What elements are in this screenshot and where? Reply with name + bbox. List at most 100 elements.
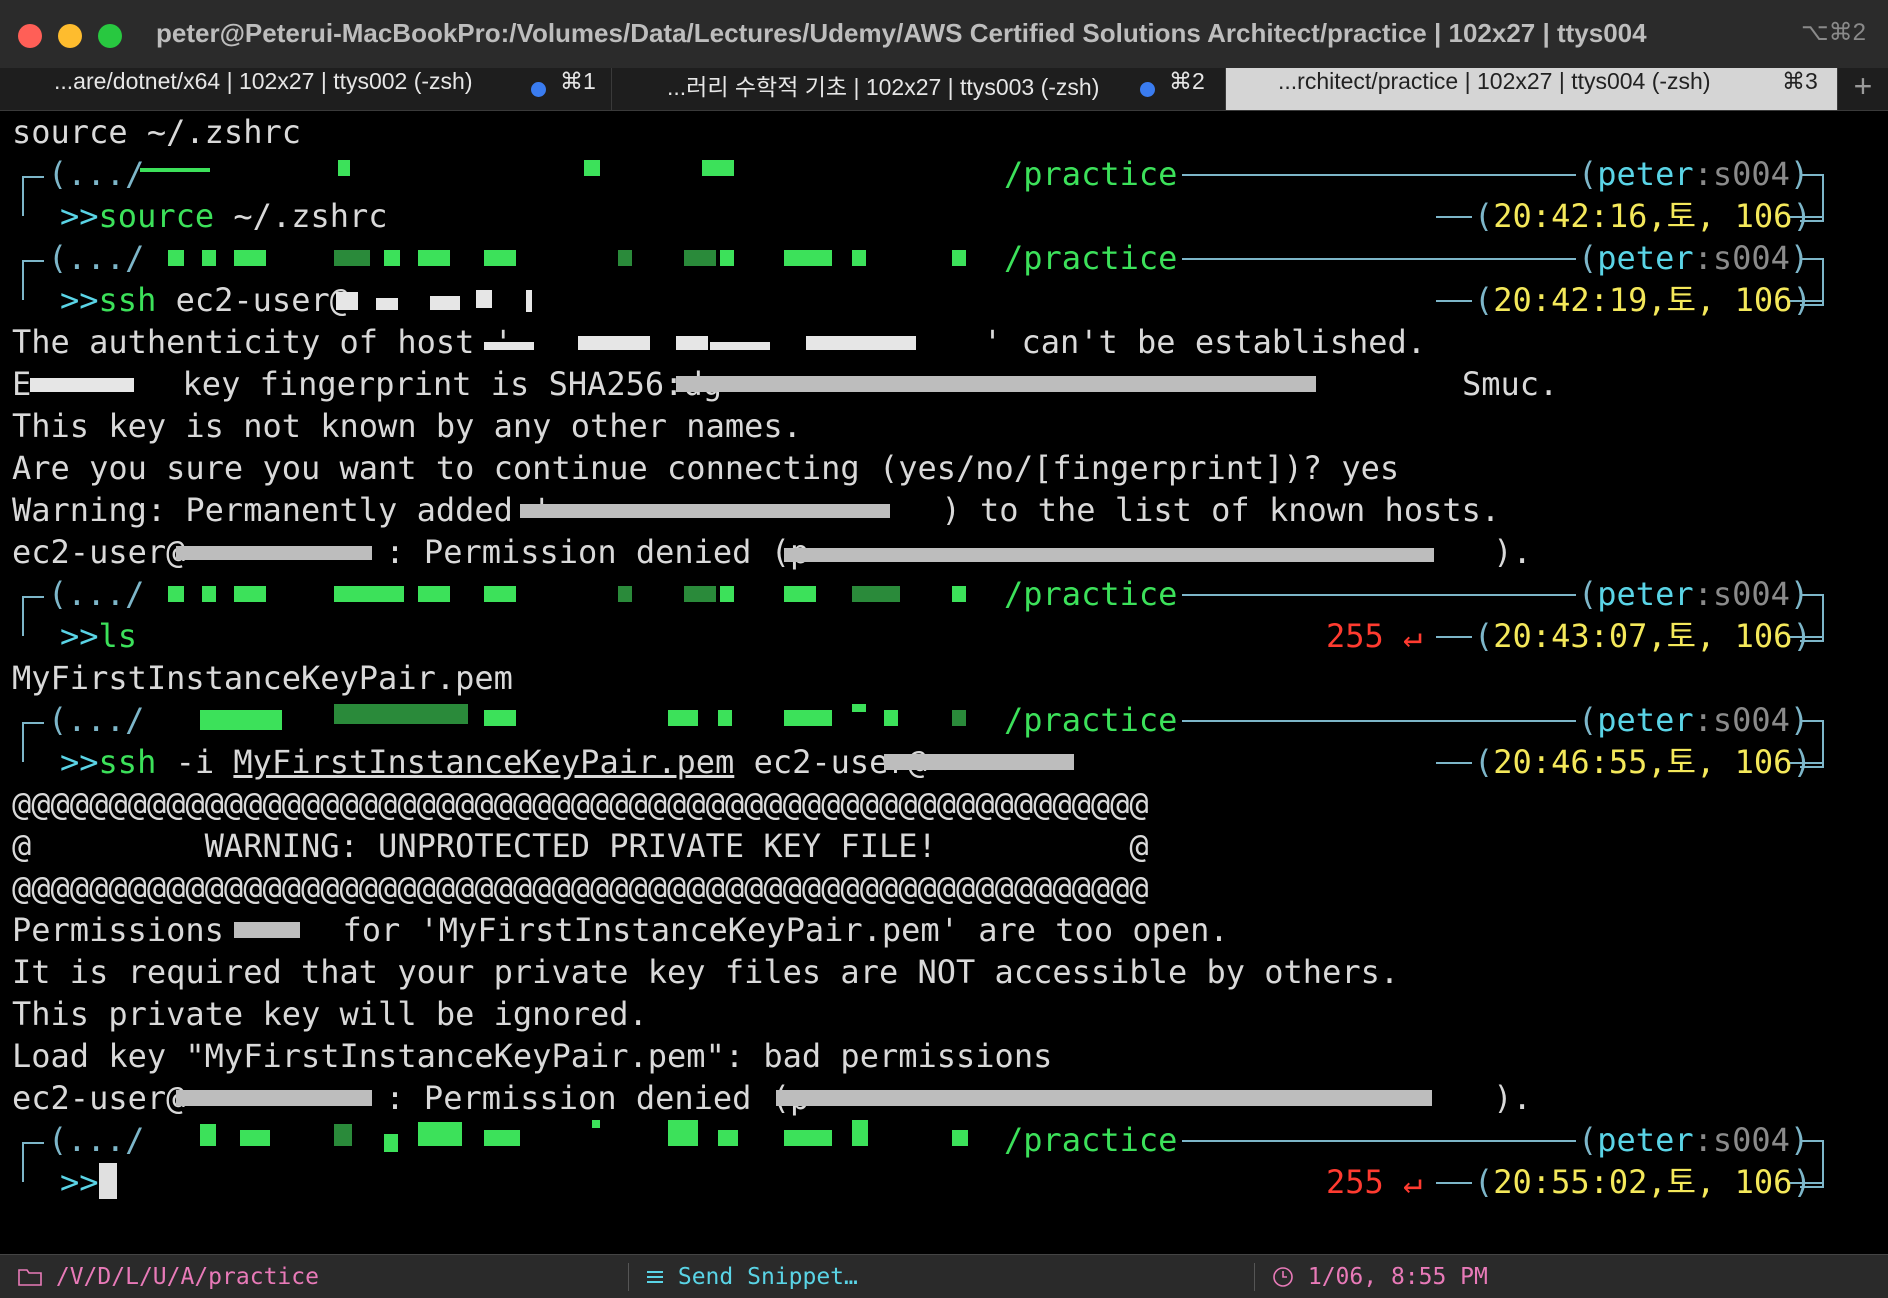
redacted-block [618,250,632,266]
prompt-time: (20:43:07,토, 106) [1474,617,1812,655]
prompt-block: (.../ /practice (peter:s004) >>ssh -i My… [0,700,1888,784]
prompt-path: /practice [1004,575,1178,613]
redacted-block [430,296,460,310]
close-window-button[interactable] [18,24,42,48]
redacted-block [720,586,734,602]
tab-title: ...러리 수학적 기초 | 102x27 | ttys003 (-zsh) [667,74,1100,100]
redacted-block [584,160,600,176]
output-line: Permissions for 'MyFirstInstanceKeyPair.… [12,911,1229,949]
prompt-time: (20:42:19,토, 106) [1474,281,1812,319]
output-line: source ~/.zshrc [12,113,301,151]
redacted-block [684,250,716,266]
tab-ttys004[interactable]: ...rchitect/practice | 102x27 | ttys004 … [1226,68,1838,110]
redacted-block [334,250,370,266]
folder-icon [18,1269,42,1286]
prompt-path: /practice [1004,155,1178,193]
activity-dot-icon [1140,82,1155,97]
snippet-icon [647,1271,663,1283]
redacted-block [952,710,966,726]
redacted-block [676,336,708,350]
redacted-block [484,1130,520,1146]
tab-shortcut: ⌘3 [1782,68,1818,94]
redacted-block [376,298,398,310]
output-line: Are you sure you want to continue connec… [12,449,1400,487]
redacted-block [234,586,266,602]
redacted-block [702,160,734,176]
tab-ttys002[interactable]: ...are/dotnet/x64 | 102x27 | ttys002 (-z… [0,68,612,110]
redacted-block [668,710,698,726]
redacted-block [720,250,734,266]
prompt-block: (.../ /practice (peter:s004) >>source ~/… [0,154,1888,238]
redacted-block [784,250,832,266]
redacted-block [884,710,898,726]
redacted-block [484,250,516,266]
tab-title: ...are/dotnet/x64 | 102x27 | ttys002 (-z… [54,68,473,94]
redacted-block [476,290,492,308]
redacted-block [234,922,300,938]
redacted-block [334,1124,352,1146]
redacted-block [334,704,468,724]
output-line: @@@@@@@@@@@@@@@@@@@@@@@@@@@@@@@@@@@@@@@@… [12,785,1149,823]
redacted-block [806,336,916,350]
prompt-command: >>ls [60,617,138,655]
redacted-block [418,1122,462,1146]
window-title: peter@Peterui-MacBookPro:/Volumes/Data/L… [156,18,1647,48]
redacted-block [676,376,1316,392]
prompt-command: >>ssh -i MyFirstInstanceKeyPair.pem ec2-… [60,743,927,781]
redacted-block [200,1124,216,1146]
redacted-block [168,586,184,602]
redacted-block [952,586,966,602]
prompt-block: (.../ /practice (peter:s004) >>ls 255 ↵ … [0,574,1888,658]
redacted-block [168,250,184,266]
status-clock-label: 1/06, 8:55 PM [1307,1264,1488,1290]
minimize-window-button[interactable] [58,24,82,48]
terminal-window: peter@Peterui-MacBookPro:/Volumes/Data/L… [0,0,1888,1298]
tab-shortcut: ⌘1 [560,68,596,94]
redacted-block [718,1130,738,1146]
redacted-block [334,586,404,602]
output-line: It is required that your private key fil… [12,953,1400,991]
redacted-block [30,378,134,392]
redacted-block [852,1120,868,1146]
redacted-block [240,1130,270,1146]
prompt-time: (20:55:02,토, 106) [1474,1163,1812,1201]
redacted-block [384,1134,398,1152]
redacted-block [668,1120,698,1146]
redacted-block [684,586,716,602]
redacted-block [952,250,966,266]
redacted-block [140,168,210,172]
redacted-block [852,250,866,266]
redacted-block [234,250,266,266]
new-tab-button[interactable]: + [1838,68,1888,110]
redacted-block [202,586,216,602]
prompt-command: >>source ~/.zshrc [60,197,388,235]
redacted-block [338,160,350,176]
prompt-user: (peter:s004) [1578,155,1810,193]
tab-title: ...rchitect/practice | 102x27 | ttys004 … [1278,68,1711,94]
terminal-content[interactable]: source ~/.zshrc (.../ /practice (peter:s… [0,112,1888,1254]
tab-shortcut: ⌘2 [1169,68,1205,94]
prompt-user: (peter:s004) [1578,239,1810,277]
redacted-block [718,710,732,726]
prompt-user: (peter:s004) [1578,701,1810,739]
exit-status: 255 ↵ [1326,1163,1423,1201]
status-clock[interactable]: 1/06, 8:55 PM [1272,1255,1488,1298]
redacted-block [418,586,450,602]
send-snippet-button[interactable]: Send Snippet… [646,1255,858,1298]
prompt-block: (.../ /practice (peter:s004) >>ssh ec2-u… [0,238,1888,322]
prompt-path: /practice [1004,1121,1178,1159]
status-path[interactable]: /V/D/L/U/A/practice [18,1255,319,1298]
output-line: Load key "MyFirstInstanceKeyPair.pem": b… [12,1037,1053,1075]
prompt-user: (peter:s004) [1578,1121,1810,1159]
prompt-command[interactable]: >> [60,1162,117,1202]
clock-icon [1273,1267,1293,1287]
tab-bar: ...are/dotnet/x64 | 102x27 | ttys002 (-z… [0,68,1888,111]
redacted-block [776,1090,1432,1106]
output-line: This private key will be ignored. [12,995,648,1033]
zoom-window-button[interactable] [98,24,122,48]
prompt-dir-prefix: (.../ [48,575,145,613]
redacted-block [784,586,816,602]
tab-ttys003[interactable]: ...러리 수학적 기초 | 102x27 | ttys003 (-zsh) ⌘… [612,68,1226,110]
prompt-time: (20:46:55,토, 106) [1474,743,1812,781]
redacted-block [526,290,532,312]
